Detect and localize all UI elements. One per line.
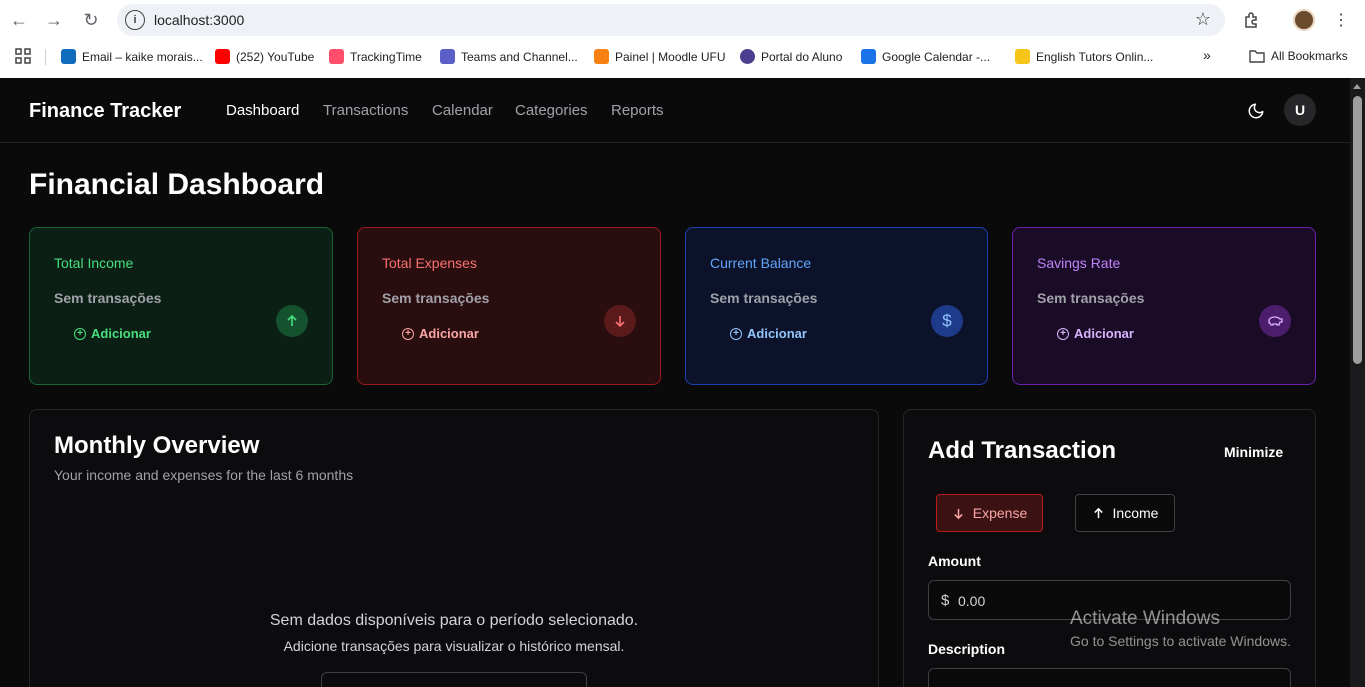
plus-circle-icon: +: [1057, 327, 1069, 340]
plus-circle-icon: +: [74, 327, 86, 340]
extensions-icon[interactable]: [1240, 8, 1264, 32]
outlook-icon: [61, 49, 76, 64]
browser-menu-icon[interactable]: ⋮: [1329, 8, 1353, 32]
site-info-icon[interactable]: i: [125, 10, 145, 30]
address-bar[interactable]: i localhost:3000 ☆: [117, 4, 1225, 36]
back-icon[interactable]: ←: [7, 8, 31, 32]
bookmark-english-tutors[interactable]: English Tutors Onlin...: [1015, 49, 1153, 64]
income-type-button[interactable]: Income: [1075, 494, 1175, 532]
bookmarks-bar: Email – kaike morais... (252) YouTube Tr…: [0, 40, 1365, 74]
bookmark-teams[interactable]: Teams and Channel...: [440, 49, 578, 64]
scrollbar-thumb[interactable]: [1353, 96, 1362, 364]
nav-reports[interactable]: Reports: [611, 102, 664, 119]
bookmark-youtube[interactable]: (252) YouTube: [215, 49, 314, 64]
scroll-up-icon[interactable]: [1353, 84, 1361, 89]
amount-label: Amount: [928, 553, 981, 569]
card-empty-text: Sem transações: [382, 290, 490, 306]
windows-activation-watermark: Activate Windows Go to Settings to activ…: [1070, 608, 1291, 649]
card-empty-text: Sem transações: [710, 290, 818, 306]
bookmark-moodle[interactable]: Painel | Moodle UFU: [594, 49, 726, 64]
empty-state-action-button[interactable]: [321, 672, 587, 687]
card-title: Total Income: [54, 255, 134, 271]
bookmark-google-calendar[interactable]: Google Calendar -...: [861, 49, 990, 64]
english-tutors-icon: [1015, 49, 1030, 64]
nav-categories[interactable]: Categories: [515, 102, 588, 119]
calendar-icon: [861, 49, 876, 64]
user-avatar-button[interactable]: U: [1284, 94, 1316, 126]
card-title: Savings Rate: [1037, 255, 1121, 271]
arrow-down-icon: [604, 305, 636, 337]
arrow-up-icon: [276, 305, 308, 337]
plus-circle-icon: +: [730, 327, 742, 340]
bookmark-outlook[interactable]: Email – kaike morais...: [61, 49, 203, 64]
empty-state-title: Sem dados disponíveis para o período sel…: [269, 612, 639, 629]
bookmark-trackingtime[interactable]: TrackingTime: [329, 49, 422, 64]
card-add-button[interactable]: + Adicionar: [730, 326, 807, 341]
monthly-overview-panel: Monthly Overview Your income and expense…: [29, 409, 879, 687]
piggy-bank-icon: [1259, 305, 1291, 337]
url-text: localhost:3000: [154, 12, 245, 28]
description-label: Description: [928, 641, 1006, 657]
reload-icon[interactable]: ↻: [79, 8, 103, 32]
apps-grid-icon[interactable]: [15, 48, 31, 64]
browser-toolbar: ← → ↻ i localhost:3000 ☆ ⋮: [0, 0, 1365, 40]
all-bookmarks-button[interactable]: All Bookmarks: [1249, 49, 1348, 63]
youtube-icon: [215, 49, 230, 64]
card-empty-text: Sem transações: [1037, 290, 1145, 306]
bookmark-portal-aluno[interactable]: Portal do Aluno: [740, 49, 842, 64]
theme-toggle-moon-icon[interactable]: [1243, 98, 1269, 124]
forward-icon[interactable]: →: [42, 8, 66, 32]
description-input[interactable]: [928, 668, 1291, 687]
currency-symbol: $: [941, 592, 950, 609]
bookmark-separator: [45, 49, 46, 65]
overview-subtitle: Your income and expenses for the last 6 …: [54, 467, 354, 483]
profile-avatar[interactable]: [1292, 8, 1316, 32]
minimize-button[interactable]: Minimize: [1224, 444, 1283, 460]
brand-logo[interactable]: Finance Tracker: [29, 100, 181, 123]
nav-dashboard[interactable]: Dashboard: [226, 102, 299, 119]
add-transaction-title: Add Transaction: [928, 437, 1117, 464]
nav-calendar[interactable]: Calendar: [432, 102, 493, 119]
card-savings-rate: Savings Rate Sem transações + Adicionar: [1012, 227, 1316, 385]
card-title: Total Expenses: [382, 255, 477, 271]
folder-icon: [1249, 50, 1265, 63]
card-empty-text: Sem transações: [54, 290, 162, 306]
card-add-button[interactable]: + Adicionar: [74, 326, 151, 341]
page-scrollbar[interactable]: [1350, 78, 1365, 687]
card-add-button[interactable]: + Adicionar: [402, 326, 479, 341]
more-bookmarks-button[interactable]: »: [1203, 47, 1211, 63]
amount-value: 0.00: [958, 593, 986, 609]
card-total-expenses: Total Expenses Sem transações + Adicionar: [357, 227, 661, 385]
portal-icon: [740, 49, 755, 64]
nav-transactions[interactable]: Transactions: [323, 102, 408, 119]
bookmark-star-icon[interactable]: ☆: [1195, 9, 1211, 30]
moodle-icon: [594, 49, 609, 64]
dollar-icon: $: [931, 305, 963, 337]
card-add-button[interactable]: + Adicionar: [1057, 326, 1134, 341]
card-current-balance: Current Balance Sem transações + Adiciona…: [685, 227, 988, 385]
expense-type-button[interactable]: Expense: [936, 494, 1043, 532]
arrow-up-icon: [1093, 507, 1103, 518]
overview-title: Monthly Overview: [54, 432, 260, 459]
teams-icon: [440, 49, 455, 64]
browser-chrome: ← → ↻ i localhost:3000 ☆ ⋮ Email – kaike…: [0, 0, 1365, 78]
plus-circle-icon: +: [402, 327, 414, 340]
app-viewport: Finance Tracker Dashboard Transactions C…: [0, 78, 1350, 687]
card-total-income: Total Income Sem transações + Adicionar: [29, 227, 333, 385]
page-title: Financial Dashboard: [29, 168, 325, 201]
trackingtime-icon: [329, 49, 344, 64]
card-title: Current Balance: [710, 255, 812, 271]
arrow-down-icon: [954, 508, 963, 519]
empty-state-subtitle: Adicione transações para visualizar o hi…: [283, 638, 625, 654]
app-header: Finance Tracker Dashboard Transactions C…: [0, 78, 1350, 143]
